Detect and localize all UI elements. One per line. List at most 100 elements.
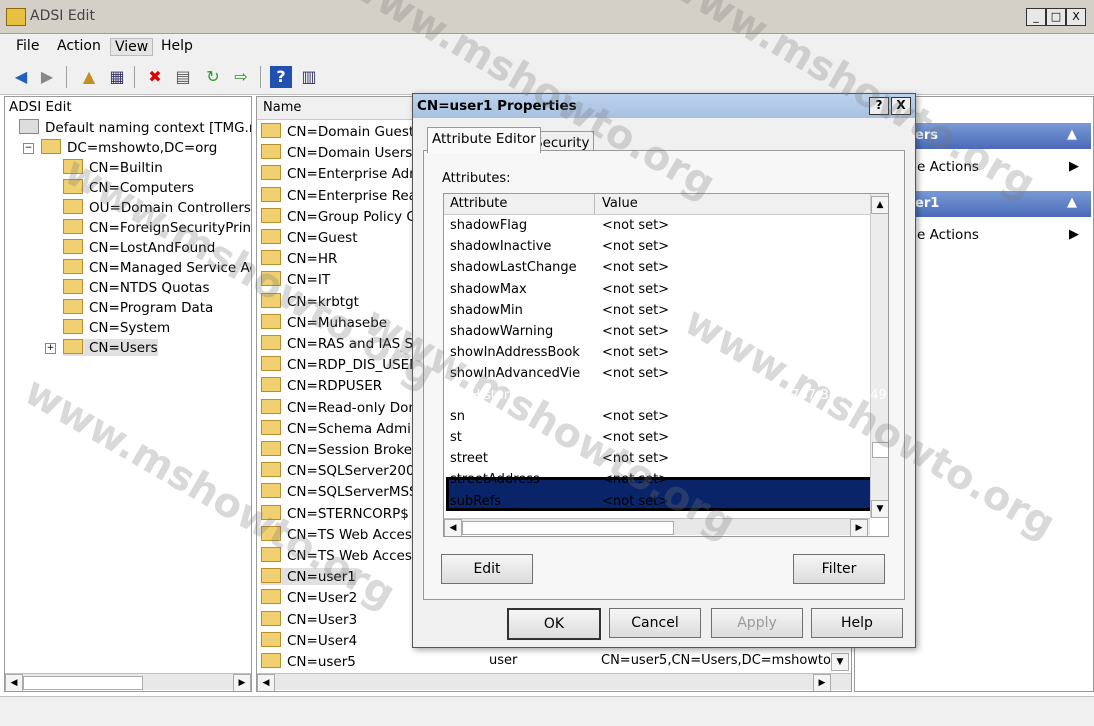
attribute-name-cell[interactable]: shadowLastChange [450, 260, 577, 275]
help-icon[interactable]: ? [270, 66, 292, 88]
apply-button[interactable]: Apply [711, 608, 803, 638]
grid-vertical-scrollbar[interactable]: ▲ ▼ [870, 194, 888, 518]
attribute-value-cell[interactable]: <not set> [602, 303, 669, 318]
maximize-button[interactable]: □ [1046, 8, 1066, 26]
scroll-right-icon[interactable]: ▶ [813, 674, 831, 691]
column-header-name[interactable]: Name [263, 100, 301, 115]
grid-horizontal-scrollbar[interactable]: ◀ ▶ [444, 518, 870, 536]
attribute-value-cell[interactable]: <not set> [602, 451, 669, 466]
more-actions-item[interactable]: e Actions [917, 159, 979, 175]
filter-button[interactable]: Filter [793, 554, 885, 584]
tree-item-lost-and-found[interactable]: CN=LostAndFound [63, 239, 215, 256]
scroll-down-icon[interactable]: ▼ [871, 500, 888, 518]
more-actions-item[interactable]: e Actions [917, 227, 979, 243]
list-item[interactable]: CN=Read-only Doma [261, 398, 430, 416]
list-item[interactable]: CN=Session Broker C [261, 441, 431, 458]
scroll-thumb[interactable] [462, 521, 674, 535]
scroll-down-icon[interactable]: ▼ [831, 653, 849, 671]
attribute-name-cell[interactable]: showInAdvancedVie [450, 366, 580, 381]
tree-domain[interactable]: DC=mshowto,DC=org [41, 139, 217, 156]
list-item[interactable]: CN=RDP_DIS_USERS [261, 356, 427, 373]
menu-help[interactable]: Help [157, 38, 197, 54]
tree-naming-context[interactable]: Default naming context [TMG.msh [19, 119, 251, 136]
list-item[interactable]: CN=HR [261, 250, 337, 267]
scroll-left-icon[interactable]: ◀ [257, 674, 275, 691]
attribute-name-cell[interactable]: sn [450, 409, 465, 424]
scroll-right-icon[interactable]: ▶ [850, 519, 868, 536]
list-item[interactable]: CN=Enterprise Admin [261, 165, 435, 182]
ok-button[interactable]: OK [507, 608, 601, 640]
scroll-thumb[interactable] [23, 676, 143, 690]
tree-item-computers[interactable]: CN=Computers [63, 179, 194, 196]
attribute-value-cell[interactable]: <not set> [602, 430, 669, 445]
cancel-button[interactable]: Cancel [609, 608, 701, 638]
attribute-name-cell[interactable]: shadowInactive [450, 239, 551, 254]
attribute-name-cell[interactable]: shadowMax [450, 282, 527, 297]
list-item[interactable]: CN=Enterprise Read- [261, 186, 430, 204]
collapse-up-icon[interactable]: ▲ [1067, 127, 1077, 142]
list-item[interactable]: CN=RAS and IAS Ser [261, 335, 427, 352]
refresh-icon[interactable]: ↻ [202, 66, 224, 88]
attribute-value-cell[interactable]: <not set> [602, 239, 669, 254]
list-item[interactable]: CN=STERNCORP$ [261, 504, 409, 522]
show-hide-tree-icon[interactable]: ▦ [106, 66, 128, 88]
list-item[interactable]: CN=SQLServerMSSQ [261, 483, 428, 500]
delete-icon[interactable]: ✖ [144, 66, 166, 88]
attribute-value-cell[interactable]: <not set> [602, 366, 669, 381]
attribute-value-cell[interactable]: <not set> [602, 260, 669, 275]
back-icon[interactable]: ◀ [10, 66, 32, 88]
properties-icon[interactable]: ▤ [172, 66, 194, 88]
list-item[interactable]: CN=Muhasebe [261, 313, 387, 331]
list-item[interactable]: CN=Group Policy Cre [261, 207, 429, 225]
scroll-left-icon[interactable]: ◀ [5, 674, 23, 691]
list-item[interactable]: CN=krbtgt [261, 292, 359, 310]
show-hide-action-pane-icon[interactable]: ▥ [298, 66, 320, 88]
attribute-value-cell[interactable]: <not set> [602, 282, 669, 297]
menu-action[interactable]: Action [53, 38, 105, 54]
list-item[interactable]: CN=user5 [261, 653, 356, 670]
attribute-name-cell[interactable]: street [450, 451, 488, 466]
menu-file[interactable]: File [12, 38, 43, 54]
list-item[interactable]: CN=IT [261, 271, 330, 288]
tree-root[interactable]: ADSI Edit [9, 99, 72, 115]
close-button[interactable]: X [1066, 8, 1086, 26]
tree-item-managed-service[interactable]: CN=Managed Service Acco [63, 259, 251, 276]
list-item[interactable]: CN=Domain Users [261, 144, 412, 161]
tree-item-program-data[interactable]: CN=Program Data [63, 299, 213, 316]
list-item[interactable]: CN=Guest [261, 229, 358, 246]
attribute-value-cell[interactable]: <not set> [602, 218, 669, 233]
attribute-value-cell[interactable]: <not set> [602, 494, 669, 509]
attribute-value-cell[interactable]: <not set> [602, 324, 669, 339]
attribute-value-cell[interactable]: <not set> [602, 345, 669, 360]
attribute-name-cell[interactable]: showInAddressBook [450, 345, 580, 360]
list-item[interactable]: CN=Domain Guests [261, 123, 421, 140]
tree-item-domain-controllers[interactable]: OU=Domain Controllers [63, 199, 251, 216]
list-item[interactable]: CN=User3 [261, 610, 357, 628]
collapse-icon[interactable]: − [23, 143, 34, 154]
attribute-name-cell[interactable]: st [450, 430, 462, 445]
list-item[interactable]: CN=SQLServer2005S [261, 462, 432, 479]
tree-item-users[interactable]: CN=Users [63, 339, 158, 356]
minimize-button[interactable]: _ [1026, 8, 1046, 26]
tree-item-system[interactable]: CN=System [63, 319, 170, 336]
forward-icon[interactable]: ▶ [36, 66, 58, 88]
tree-horizontal-scrollbar[interactable]: ◀ ▶ [5, 673, 251, 691]
collapse-up-icon[interactable]: ▲ [1067, 195, 1077, 210]
expand-icon[interactable]: + [45, 343, 56, 354]
attribute-name-cell[interactable]: streetAddress [450, 472, 540, 487]
tree-item-foreign-security[interactable]: CN=ForeignSecurityPrincip [63, 219, 251, 236]
attribute-value-cell[interactable]: S-1-5-21-3479589468-138638767-38420749 [594, 388, 887, 403]
attribute-name-cell[interactable]: shadowFlag [450, 218, 527, 233]
tree-item-builtin[interactable]: CN=Builtin [63, 159, 163, 176]
attribute-name-cell[interactable]: sIDHistory [450, 388, 517, 403]
list-item[interactable]: CN=RDPUSER [261, 377, 382, 394]
scroll-left-icon[interactable]: ◀ [444, 519, 462, 536]
scroll-right-icon[interactable]: ▶ [233, 674, 251, 691]
export-list-icon[interactable]: ⇨ [230, 66, 252, 88]
edit-button[interactable]: Edit [441, 554, 533, 584]
column-divider[interactable] [594, 194, 595, 214]
list-item[interactable]: CN=Schema Admins [261, 419, 426, 437]
column-header-value[interactable]: Value [602, 196, 638, 211]
list-horizontal-scrollbar[interactable]: ◀ ▶ [257, 673, 851, 691]
up-folder-icon[interactable]: ▲ [78, 66, 100, 88]
